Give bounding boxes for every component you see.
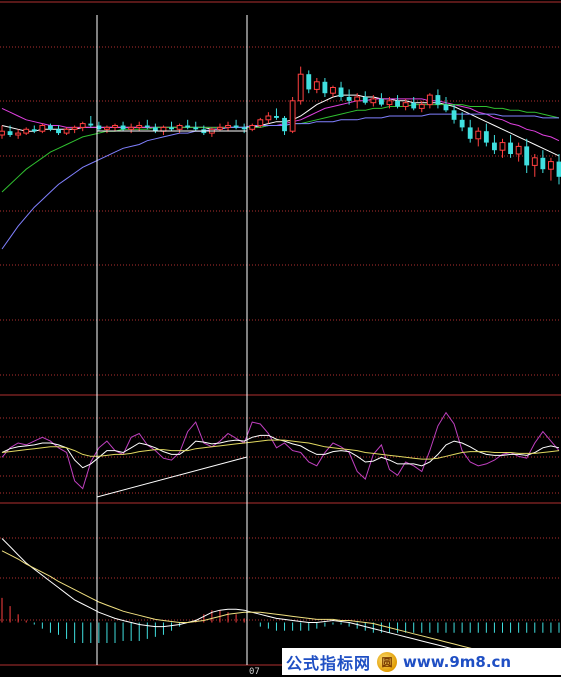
candle-body — [370, 98, 377, 104]
candle-body — [531, 157, 538, 166]
candle-body — [540, 157, 546, 170]
candle-body — [144, 125, 150, 128]
oscillator-panel — [1, 411, 560, 490]
candle-body — [395, 100, 400, 107]
candle-body — [313, 81, 320, 90]
candle-body — [39, 125, 46, 132]
candle-body — [467, 127, 473, 139]
candle-body — [435, 95, 441, 105]
candle-body — [411, 102, 417, 109]
candle-body — [31, 129, 37, 132]
candle-body — [63, 128, 70, 134]
candle-body — [524, 146, 530, 166]
candle-body — [176, 125, 183, 130]
candle-body — [338, 87, 344, 97]
candle-body — [71, 126, 78, 130]
candle-body — [548, 161, 554, 170]
candle-body — [330, 87, 336, 94]
candle-body — [15, 132, 22, 136]
grid-lines — [0, 1, 561, 666]
candle-body — [297, 73, 304, 102]
candle-body — [56, 129, 61, 134]
candle-body — [426, 94, 433, 106]
cursor-lines — [96, 15, 248, 665]
candle-body — [169, 127, 174, 130]
candle-body — [249, 125, 256, 130]
stock-chart — [0, 1, 561, 675]
moving-average-line — [1, 104, 560, 193]
candle-body — [475, 130, 482, 140]
candle-body — [443, 104, 449, 111]
candle-body — [233, 125, 239, 128]
candle-body — [354, 96, 361, 102]
candle-body — [322, 81, 328, 94]
candle-body — [193, 127, 199, 130]
watermark-site-name: 公式指标网 — [286, 653, 372, 673]
candle-body — [217, 126, 223, 130]
candle-body — [508, 142, 513, 154]
candle-body — [402, 102, 409, 107]
candle-body — [225, 125, 231, 128]
candle-body — [459, 119, 465, 128]
oscillator-line — [1, 411, 560, 490]
candle-body — [265, 115, 272, 121]
candle-body — [185, 125, 191, 128]
candle-body — [515, 145, 522, 155]
candle-body — [346, 97, 352, 101]
candle-body — [556, 161, 561, 177]
candle-body — [7, 131, 13, 135]
candle-body — [48, 125, 53, 130]
candle-body — [386, 100, 393, 106]
candle-body — [289, 100, 296, 132]
candle-body — [120, 125, 126, 130]
candle-body — [306, 74, 312, 90]
candle-body — [104, 126, 110, 130]
trend-line — [96, 456, 248, 498]
candle-body — [257, 119, 264, 127]
candle-body — [88, 123, 94, 126]
x-tick-label: 07 — [249, 667, 260, 677]
candle-body — [418, 104, 425, 109]
watermark-url: www.9m8.cn — [403, 652, 512, 671]
candle-body — [241, 127, 247, 130]
candle-body — [23, 128, 30, 134]
candle-body — [128, 126, 135, 130]
candle-body — [79, 123, 86, 128]
candle-body — [0, 130, 5, 136]
candle-body — [499, 142, 506, 151]
candle-body — [274, 116, 279, 118]
candle-body — [136, 125, 143, 128]
candle-body — [483, 131, 489, 143]
candle-body — [378, 98, 384, 105]
candle-body — [451, 110, 457, 120]
candle-body — [282, 117, 287, 132]
price-panel — [0, 66, 561, 250]
coin-logo-icon: 圆 — [377, 651, 398, 672]
candle-body — [491, 142, 497, 151]
candle-body — [112, 125, 118, 128]
watermark: 公式指标网 圆 www.9m8.cn — [282, 648, 561, 675]
candle-body — [362, 97, 368, 103]
